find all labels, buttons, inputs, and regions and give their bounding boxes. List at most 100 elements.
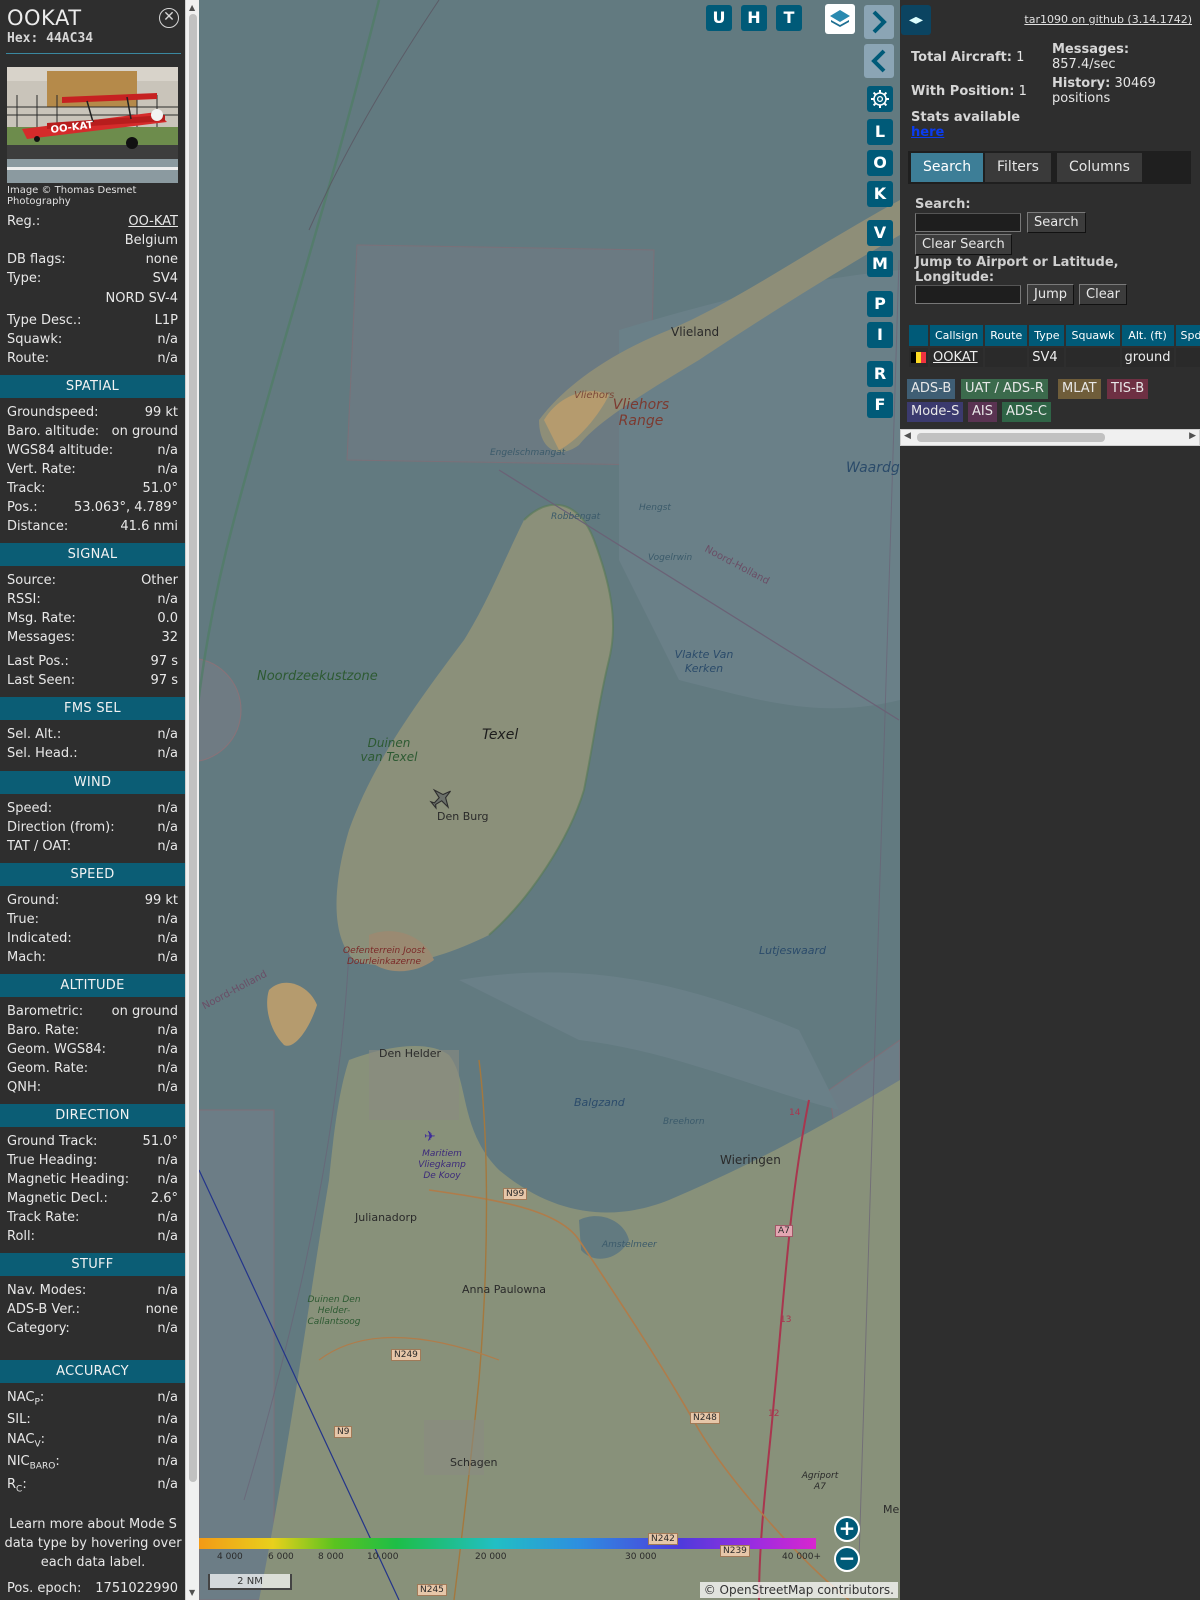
table-row[interactable]: OOKAT SV4 ground xyxy=(909,348,1200,367)
scrollbar-thumb[interactable] xyxy=(189,14,197,1482)
stats-link[interactable]: here xyxy=(911,125,944,140)
nacv-label: NACV: xyxy=(7,1432,46,1450)
chip-adsb[interactable]: ADS-B xyxy=(907,379,956,399)
toggle-i-button[interactable]: I xyxy=(867,322,893,348)
section-wind: WIND xyxy=(0,771,185,794)
toggle-units-button[interactable]: U xyxy=(706,5,732,31)
nacp-value: n/a xyxy=(157,1390,178,1405)
map-attribution: © OpenStreetMap contributors. xyxy=(699,1582,898,1598)
msg-rate-label: Msg. Rate: xyxy=(7,611,76,626)
tab-search[interactable]: Search xyxy=(911,153,984,182)
header-squawk[interactable]: Squawk xyxy=(1066,325,1120,346)
clear-search-button[interactable]: Clear Search xyxy=(915,234,1012,255)
true-heading-value: n/a xyxy=(157,1153,178,1168)
toggle-m-button[interactable]: M xyxy=(867,251,893,277)
chip-mlat[interactable]: MLAT xyxy=(1058,379,1101,399)
info-row: Sel. Head.: n/a xyxy=(7,745,178,763)
tab-columns[interactable]: Columns xyxy=(1057,153,1142,182)
info-row: Groundspeed: 99 kt xyxy=(7,404,178,422)
header-route[interactable]: Route xyxy=(985,325,1028,346)
info-row: RC: n/a xyxy=(7,1476,178,1495)
scroll-up-icon[interactable]: ▲ xyxy=(189,3,195,12)
toggle-o-button[interactable]: O xyxy=(867,150,893,176)
alt-tick: 4 000 xyxy=(217,1552,243,1562)
sel-head-value: n/a xyxy=(157,746,178,761)
clear-button[interactable]: Clear xyxy=(1079,284,1127,305)
groundspeed-label: Groundspeed: xyxy=(7,405,99,420)
geom-rate-label: Geom. Rate: xyxy=(7,1061,89,1076)
chip-ais[interactable]: AIS xyxy=(968,402,997,422)
sel-head-label: Sel. Head.: xyxy=(7,746,78,761)
cell-callsign[interactable]: OOKAT xyxy=(930,348,984,367)
history-stat-label: History: xyxy=(1052,76,1111,91)
left-panel-scrollbar[interactable]: ▲ ▼ xyxy=(185,0,199,1600)
scroll-right-icon[interactable]: ▶ xyxy=(1189,431,1196,441)
aircraft-list-panel: ◂▸ tar1090 on github (3.14.1742) Total A… xyxy=(900,0,1200,1600)
track-label: Track: xyxy=(7,481,46,496)
alt-tick: 20 000 xyxy=(475,1552,507,1562)
zoom-in-button[interactable]: + xyxy=(834,1516,860,1542)
map[interactable]: Vlieland Vliehors Vliehors Range Waardg … xyxy=(199,0,900,1600)
chip-tisb[interactable]: TIS-B xyxy=(1107,379,1149,399)
scroll-left-icon[interactable]: ◀ xyxy=(904,431,911,441)
jump-button[interactable]: Jump xyxy=(1027,284,1074,305)
zoom-out-button[interactable]: − xyxy=(834,1546,860,1572)
sil-value: n/a xyxy=(157,1412,178,1427)
squawk-label: Squawk: xyxy=(7,332,63,347)
total-aircraft: Total Aircraft: 1 xyxy=(911,50,1024,65)
search-input[interactable] xyxy=(915,213,1021,232)
scroll-down-icon[interactable]: ▼ xyxy=(189,1588,195,1597)
table-horizontal-scrollbar[interactable]: ◀ ▶ xyxy=(900,429,1200,446)
aircraft-photo[interactable]: OO-KAT xyxy=(7,67,178,183)
info-row: Msg. Rate: 0.0 xyxy=(7,610,178,628)
toggle-f-button[interactable]: F xyxy=(867,392,893,418)
header-callsign[interactable]: Callsign xyxy=(930,325,984,346)
reg-link[interactable]: OO-KAT xyxy=(128,213,178,231)
chip-uat-adsr[interactable]: UAT / ADS-R xyxy=(961,379,1048,399)
label-oefenterrein: Oefenterrein Joost Dourleinkazerne xyxy=(343,946,425,967)
github-link[interactable]: tar1090 on github (3.14.1742) xyxy=(1024,13,1192,26)
expand-right-button[interactable] xyxy=(864,5,894,39)
search-button[interactable]: Search xyxy=(1027,212,1086,233)
history-stat: History: 30469 positions xyxy=(1052,76,1192,106)
section-stuff: STUFF xyxy=(0,1253,185,1276)
aircraft-marker-icon[interactable] xyxy=(429,785,455,811)
toggle-t-button[interactable]: T xyxy=(776,5,802,31)
vert-rate-label: Vert. Rate: xyxy=(7,462,76,477)
toggle-l-button[interactable]: L xyxy=(867,119,893,145)
country-value: Belgium xyxy=(124,233,178,248)
toggle-h-button[interactable]: H xyxy=(741,5,767,31)
info-row: Indicated: n/a xyxy=(7,930,178,948)
toggle-v-button[interactable]: V xyxy=(867,220,893,246)
chip-adsc[interactable]: ADS-C xyxy=(1002,402,1051,422)
exit-14: 14 xyxy=(789,1108,801,1118)
close-icon[interactable]: ✕ xyxy=(159,8,179,28)
horizontal-scrollbar-thumb[interactable] xyxy=(917,433,1105,442)
reg-label: Reg.: xyxy=(7,214,41,229)
toggle-r-button[interactable]: R xyxy=(867,361,893,387)
route-row: Route: n/a xyxy=(7,350,178,368)
chip-modes[interactable]: Mode-S xyxy=(907,402,964,422)
jump-input[interactable] xyxy=(915,285,1021,304)
toggle-sidebar-button[interactable]: ◂▸ xyxy=(901,5,931,35)
source-label: Source: xyxy=(7,573,57,588)
attribution-link[interactable]: OpenStreetMap xyxy=(720,1583,814,1597)
layers-button[interactable] xyxy=(825,4,855,34)
jump-label: Jump to Airport or Latitude, Longitude: xyxy=(915,255,1119,285)
info-row: Category: n/a xyxy=(7,1320,178,1338)
info-row: Track: 51.0° xyxy=(7,480,178,498)
stats-available: Stats available here xyxy=(911,110,1020,140)
toggle-k-button[interactable]: K xyxy=(867,181,893,207)
tab-filters[interactable]: Filters xyxy=(985,153,1051,182)
header-altitude[interactable]: Alt. (ft) xyxy=(1121,325,1174,346)
info-row: Baro. Rate: n/a xyxy=(7,1022,178,1040)
typedesc-value: L1P xyxy=(154,313,178,328)
header-speed[interactable]: Spd. xyxy=(1175,325,1200,346)
rssi-label: RSSI: xyxy=(7,592,41,607)
collapse-left-button[interactable] xyxy=(864,44,894,78)
cell-altitude: ground xyxy=(1121,348,1174,367)
settings-button[interactable] xyxy=(867,86,893,112)
header-type[interactable]: Type xyxy=(1029,325,1065,346)
toggle-p-button[interactable]: P xyxy=(867,291,893,317)
hex-label: Hex: xyxy=(7,31,39,46)
